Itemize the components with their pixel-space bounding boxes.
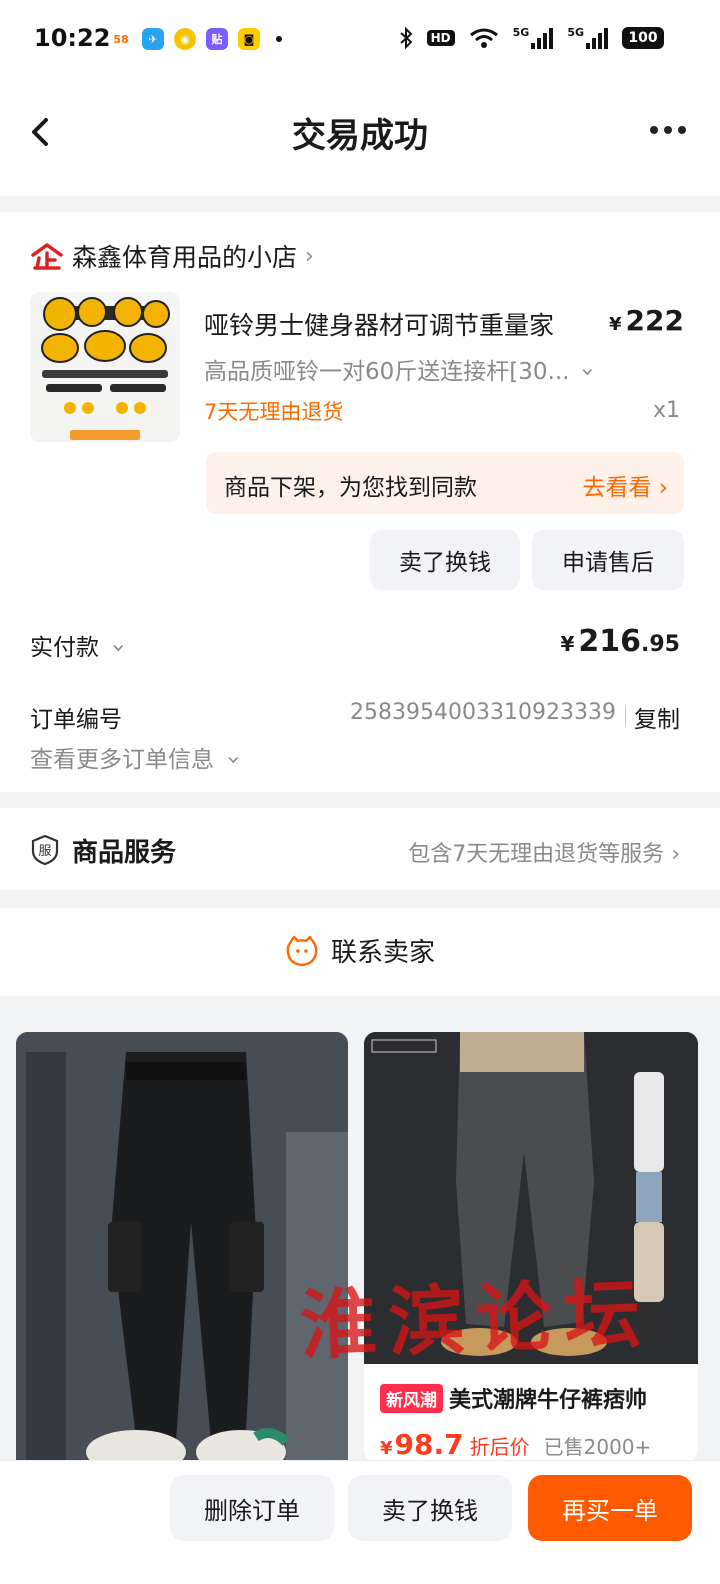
58-app-icon: 58 (110, 28, 132, 50)
shop-name: 森鑫体育用品的小店 (72, 243, 298, 272)
order-number-label: 订单编号 (30, 707, 122, 733)
chevron-down-icon: › (574, 367, 601, 377)
chevron-right-icon: › (671, 842, 680, 867)
tie-app-icon: 贴 (206, 28, 228, 50)
recommendation-price: ¥98.7 (380, 1428, 464, 1461)
dot-icon (664, 126, 672, 134)
wifi-icon (469, 28, 498, 48)
payment-label[interactable]: 实付款 › (30, 628, 132, 662)
forum-watermark: 淮滨论坛 (298, 1268, 654, 1371)
enterprise-shop-icon (31, 243, 63, 270)
bean-app-icon: ◉ (174, 28, 196, 50)
service-title: 商品服务 (72, 838, 177, 868)
divider (625, 706, 626, 726)
signal-2-icon: 5G (567, 26, 608, 50)
more-notifications-dot (276, 36, 282, 42)
recommendation-card[interactable]: 新风潮 美式潮牌牛仔裤痞帅 ¥98.7 折后价 已售2000+ (364, 1032, 698, 1462)
sell-for-cash-button[interactable]: 卖了换钱 (370, 530, 520, 590)
shop-link[interactable]: 森鑫体育用品的小店 › (30, 238, 314, 274)
bag-app-icon: ◙ (238, 28, 260, 50)
payment-amount: ¥216.95 (560, 624, 680, 659)
similar-items-banner[interactable]: 商品下架，为您找到同款 去看看 › (206, 452, 684, 514)
service-card[interactable]: 服 商品服务 包含7天无理由退货等服务 › (0, 808, 720, 890)
product-quantity: x1 (652, 398, 680, 423)
contact-seller-card[interactable]: 联系卖家 (0, 908, 720, 996)
svg-text:服: 服 (38, 844, 51, 859)
signal-1-icon: 5G (513, 26, 554, 50)
similar-items-message: 商品下架，为您找到同款 (224, 475, 477, 501)
dot-icon (650, 126, 658, 134)
new-trend-badge: 新风潮 (380, 1383, 443, 1413)
dot-icon (678, 126, 686, 134)
status-bar: 10:22 58 ✈ ◉ 贴 ◙ HD 5G 5G 100 (0, 0, 720, 80)
dumbbell-image (30, 292, 180, 442)
sell-for-cash-bottom-button[interactable]: 卖了换钱 (348, 1475, 512, 1541)
service-shield-icon: 服 (31, 834, 59, 866)
copy-order-number-button[interactable]: 复制 (634, 700, 680, 734)
contact-seller-label: 联系卖家 (330, 938, 435, 968)
bottom-action-bar: 删除订单 卖了换钱 再买一单 (0, 1460, 720, 1584)
more-options-button[interactable] (646, 120, 690, 140)
discount-price-label: 折后价 (469, 1435, 530, 1459)
product-price: ¥222 (609, 304, 684, 337)
recommendation-card[interactable] (16, 1032, 348, 1472)
request-aftersale-button[interactable]: 申请售后 (532, 530, 684, 590)
product-sku[interactable]: 高品质哑铃一对60斤送连接杆[30... › (204, 352, 604, 386)
battery-icon: 100 (622, 27, 664, 49)
seller-chat-icon (286, 935, 318, 966)
order-card: 森鑫体育用品的小店 › 哑铃男士健身器材可调节重量家 ¥222 高品质哑铃一对6… (0, 212, 720, 792)
chevron-down-icon: › (105, 643, 132, 653)
chevron-down-icon: › (220, 755, 247, 765)
recommendation-title: 美式潮牌牛仔裤痞帅 (449, 1388, 648, 1413)
hd-icon: HD (426, 30, 455, 46)
delete-order-button[interactable]: 删除订单 (170, 1475, 334, 1541)
return-policy-label: 7天无理由退货 (204, 400, 344, 424)
chevron-right-icon: › (305, 243, 314, 269)
status-time: 10:22 (34, 24, 111, 52)
more-order-info-link[interactable]: 查看更多订单信息 › (30, 740, 247, 774)
notification-icons: 58 ✈ ◉ 贴 ◙ (110, 28, 282, 50)
send-icon: ✈ (142, 28, 164, 50)
product-title[interactable]: 哑铃男士健身器材可调节重量家 (204, 306, 584, 342)
order-number-value: 2583954003310923339 (350, 700, 616, 725)
buy-again-button[interactable]: 再买一单 (528, 1475, 692, 1541)
chevron-right-icon: › (658, 475, 668, 501)
sold-count: 已售2000+ (543, 1435, 652, 1459)
product-image[interactable] (30, 292, 180, 442)
cargo-pants-image (16, 1032, 348, 1472)
service-desc[interactable]: 包含7天无理由退货等服务 › (408, 836, 680, 868)
similar-items-link[interactable]: 去看看 › (582, 468, 668, 502)
bluetooth-icon (399, 26, 413, 50)
nav-bar: 交易成功 (0, 80, 720, 196)
page-title: 交易成功 (292, 116, 428, 156)
